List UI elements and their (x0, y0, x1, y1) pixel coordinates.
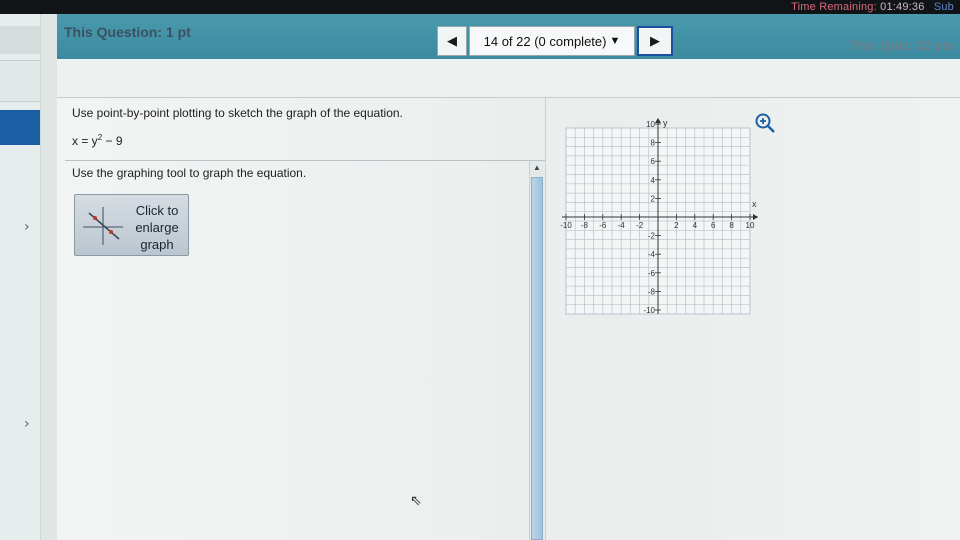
y-tick-label: -10 (643, 306, 655, 315)
top-bar: Time Remaining: 01:49:36 Sub (0, 0, 960, 14)
question-select[interactable]: 14 of 22 (0 complete) ▼ (469, 26, 635, 56)
x-tick-label: -4 (618, 221, 626, 230)
triangle-right-icon: ▶ (650, 33, 660, 48)
x-axis-arrow (753, 214, 758, 220)
content-toolbar (57, 59, 960, 98)
question-content: Use point-by-point plotting to sketch th… (57, 59, 960, 540)
enlarge-line-1: Click to (135, 203, 179, 218)
previous-question-button[interactable]: ◀ (437, 26, 467, 56)
x-tick-label: -6 (599, 221, 607, 230)
quiz-points: This Quiz: 22 pts (849, 38, 954, 53)
enlarge-graph-button[interactable]: Click to enlarge graph (74, 194, 189, 256)
scrollbar-thumb[interactable] (531, 177, 543, 540)
caret-down-icon: ▼ (609, 35, 621, 47)
equation: x = y2 − 9 (72, 133, 123, 148)
time-remaining: Time Remaining: 01:49:36 Sub (791, 0, 954, 14)
y-tick-label: 2 (651, 194, 656, 203)
scroll-up-arrow-icon[interactable]: ▲ (530, 161, 544, 175)
y-axis-label: y (663, 118, 668, 128)
sidebar-item[interactable] (0, 26, 40, 54)
x-tick-label: 8 (729, 221, 734, 230)
y-tick-label: -6 (648, 269, 656, 278)
tool-instruction: Use the graphing tool to graph the equat… (72, 166, 307, 180)
chevron-right-icon[interactable]: › (24, 416, 30, 432)
mouse-cursor-icon: ⇖ (410, 492, 422, 508)
y-tick-label: 8 (651, 139, 656, 148)
enlarge-graph-label: Click to enlarge graph (127, 202, 187, 253)
question-progress: 14 of 22 (0 complete) (483, 33, 607, 49)
x-tick-label: 6 (711, 221, 716, 230)
x-tick-label: -2 (636, 221, 644, 230)
y-tick-label: 10 (646, 120, 655, 129)
next-question-button[interactable]: ▶ (637, 26, 673, 56)
y-tick-label: -8 (648, 287, 656, 296)
divider (65, 160, 545, 161)
left-sidebar: › › (0, 14, 41, 540)
x-tick-label: 4 (693, 221, 698, 230)
sidebar-item-active[interactable] (0, 110, 40, 145)
sidebar-item[interactable] (0, 60, 40, 102)
question-header: This Question: 1 pt ◀ 14 of 22 (0 comple… (57, 14, 960, 61)
coordinate-graph[interactable]: x y -10 -8 -6 -4 -2 2 4 6 8 10 10 8 6 4 2 -2 -4 -6 -8 -10 (556, 116, 776, 328)
pane-divider (545, 97, 546, 540)
y-tick-label: -2 (648, 232, 656, 241)
x-tick-label: 10 (746, 221, 755, 230)
y-tick-label: 4 (651, 176, 656, 185)
graph-tool-icon (83, 207, 123, 245)
x-tick-label: -8 (581, 221, 589, 230)
scrollbar[interactable]: ▲ (529, 161, 544, 540)
time-remaining-value: 01:49:36 (880, 1, 925, 13)
x-tick-label: 2 (674, 221, 679, 230)
submit-quiz-link[interactable]: Sub (934, 1, 954, 13)
question-points: This Question: 1 pt (64, 24, 191, 40)
enlarge-line-3: graph (140, 237, 174, 252)
enlarge-line-2: enlarge (135, 220, 179, 235)
y-tick-label: -4 (648, 250, 656, 259)
chevron-right-icon[interactable]: › (24, 219, 30, 235)
question-pane: Use point-by-point plotting to sketch th… (57, 97, 545, 540)
x-tick-label: -10 (560, 221, 572, 230)
question-instruction: Use point-by-point plotting to sketch th… (72, 106, 403, 120)
y-tick-label: 6 (651, 157, 656, 166)
y-axis-arrow (655, 118, 661, 123)
x-axis-label: x (752, 199, 757, 209)
triangle-left-icon: ◀ (447, 33, 457, 48)
time-remaining-label: Time Remaining: (791, 1, 877, 13)
